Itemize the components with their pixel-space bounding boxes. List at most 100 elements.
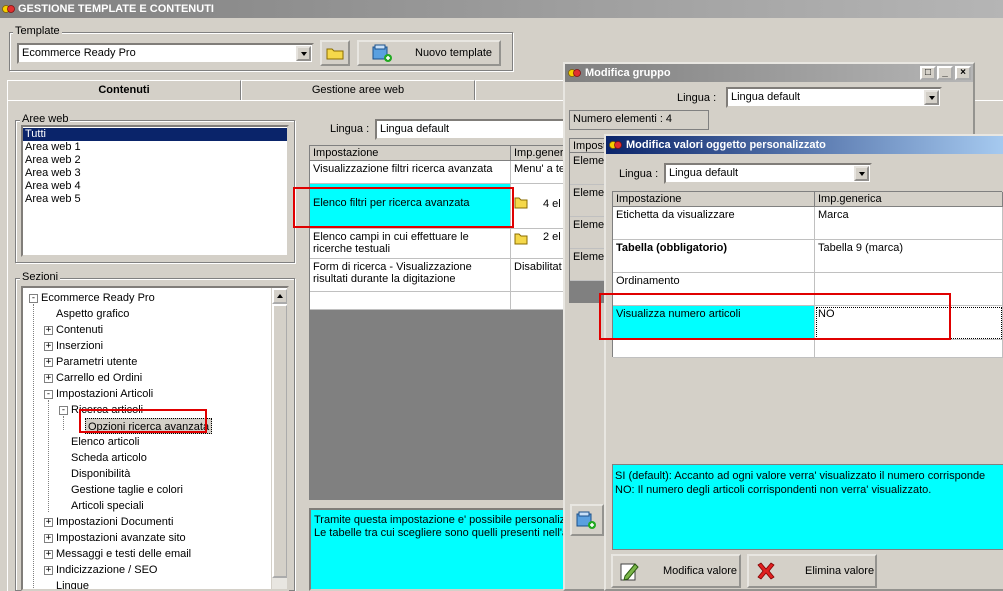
grid-cell[interactable]: Tabella (obbligatorio) <box>613 240 815 273</box>
add-icon <box>576 511 596 529</box>
expand-icon[interactable]: + <box>44 358 53 367</box>
tab-extra[interactable] <box>475 80 565 100</box>
description-line: SI (default): Accanto ad ogni valore ver… <box>615 470 986 482</box>
new-template-label: Nuovo template <box>415 47 493 59</box>
tab-gestione-aree-web[interactable]: Gestione aree web <box>241 80 475 100</box>
grid-cell[interactable]: Visualizzazione filtri ricerca avanzata <box>310 161 511 184</box>
list-item[interactable]: Area web 1 <box>23 141 287 154</box>
tree-item[interactable]: Ecommerce Ready Pro <box>41 290 155 306</box>
tree-item[interactable]: Inserzioni <box>56 338 103 354</box>
modifica-valori-title: Modifica valori oggetto personalizzato <box>626 139 826 151</box>
tree-item[interactable]: Contenuti <box>56 322 103 338</box>
sezioni-tree[interactable]: - Ecommerce Ready Pro Aspetto grafico + … <box>21 286 289 591</box>
tab-gestione-label: Gestione aree web <box>311 84 405 96</box>
collapse-icon[interactable]: - <box>44 390 53 399</box>
tree-item[interactable]: Impostazioni Documenti <box>56 514 173 530</box>
grid-cell-empty[interactable] <box>310 292 511 310</box>
grid-cell-empty[interactable] <box>613 340 815 358</box>
expand-icon[interactable]: + <box>44 566 53 575</box>
gruppo-lingua-select[interactable]: Lingua default <box>726 87 942 108</box>
minimize-icon[interactable]: _ <box>937 66 953 80</box>
tree-item[interactable]: Parametri utente <box>56 354 137 370</box>
sezioni-scrollbar[interactable] <box>271 288 287 589</box>
tree-item[interactable]: Impostazioni avanzate sito <box>56 530 186 546</box>
grid-cell[interactable]: Marca <box>815 207 1003 240</box>
tree-item[interactable]: Gestione taglie e colori <box>71 482 183 498</box>
gruppo-lingua-label: Lingua : <box>677 92 717 104</box>
maximize-icon[interactable]: □ <box>920 66 936 80</box>
tree-item[interactable]: Messaggi e testi delle email <box>56 546 191 562</box>
modifica-valori-window: Modifica valori oggetto personalizzato L… <box>604 134 1003 591</box>
list-item[interactable]: Area web 5 <box>23 193 287 206</box>
gruppo-count: Numero elementi : 4 <box>569 110 709 130</box>
description-line: NO: Il numero degli articoli corrisponde… <box>615 484 932 496</box>
grid-header: Impostazione <box>613 192 815 207</box>
folder-icon <box>514 233 528 245</box>
grid-cell[interactable]: Elenco campi in cui effettuare le ricerc… <box>310 229 511 259</box>
add-element-button[interactable] <box>570 504 604 536</box>
grid-header: Imp.generica <box>815 192 1003 207</box>
grid-cell-empty[interactable] <box>815 340 1003 358</box>
collapse-icon[interactable]: - <box>59 406 68 415</box>
scroll-thumb[interactable] <box>272 304 287 578</box>
valori-description: SI (default): Accanto ad ogni valore ver… <box>612 464 1003 550</box>
main-lingua-row: Lingua : Lingua default <box>307 116 575 146</box>
elimina-valore-button[interactable]: Elimina valore <box>747 554 877 588</box>
grid-cell[interactable]: Tabella 9 (marca) <box>815 240 1003 273</box>
expand-icon[interactable]: + <box>44 518 53 527</box>
modifica-gruppo-titlebar[interactable]: Modifica gruppo _ □ × <box>565 64 973 82</box>
aree-web-list[interactable]: Tutti Area web 1 Area web 2 Area web 3 A… <box>21 125 289 257</box>
tree-item[interactable]: Disponibilità <box>71 466 130 482</box>
grid-cell-value: 4 el <box>543 198 561 210</box>
expand-icon[interactable]: + <box>44 534 53 543</box>
gruppo-lingua-value: Lingua default <box>731 91 801 103</box>
modifica-valore-button[interactable]: Modifica valore <box>611 554 741 588</box>
app-icon <box>2 5 15 13</box>
tree-item[interactable]: Carrello ed Ordini <box>56 370 142 386</box>
list-item[interactable]: Area web 3 <box>23 167 287 180</box>
modifica-valori-titlebar[interactable]: Modifica valori oggetto personalizzato <box>606 136 1003 154</box>
list-item[interactable]: Area web 2 <box>23 154 287 167</box>
tab-contenuti-label: Contenuti <box>98 84 150 96</box>
tree-item[interactable]: Indicizzazione / SEO <box>56 562 158 578</box>
sezioni-label: Sezioni <box>20 271 61 283</box>
tree-item[interactable]: Lingue <box>56 578 89 589</box>
chevron-down-icon[interactable] <box>854 166 869 181</box>
open-folder-button[interactable] <box>320 40 350 66</box>
template-select[interactable]: Ecommerce Ready Pro <box>17 43 314 64</box>
grid-cell[interactable]: Etichetta da visualizzare <box>613 207 815 240</box>
annotation-box <box>293 187 514 228</box>
list-item[interactable]: Tutti <box>23 128 287 141</box>
app-icon <box>609 141 622 149</box>
tree-item[interactable]: Articoli speciali <box>71 498 144 514</box>
gruppo-grid[interactable]: Impost Eleme Eleme Eleme Eleme <box>569 138 610 303</box>
annotation-box <box>79 409 207 433</box>
main-lingua-select[interactable]: Lingua default <box>375 119 575 140</box>
tree-line <box>63 416 64 430</box>
tab-contenuti[interactable]: Contenuti <box>7 80 241 101</box>
scroll-up-icon[interactable] <box>272 288 287 304</box>
new-template-button[interactable]: Nuovo template <box>357 40 501 66</box>
tree-item[interactable]: Elenco articoli <box>71 434 139 450</box>
expand-icon[interactable]: + <box>44 342 53 351</box>
template-select-value: Ecommerce Ready Pro <box>22 47 136 59</box>
tree-line <box>33 304 34 589</box>
folder-icon <box>326 48 344 60</box>
valori-lingua-select[interactable]: Lingua default <box>664 163 872 184</box>
annotation-box <box>599 293 951 340</box>
expand-icon[interactable]: + <box>44 374 53 383</box>
main-lingua-value: Lingua default <box>380 123 450 135</box>
expand-icon[interactable]: + <box>44 326 53 335</box>
grid-cell[interactable]: Form di ricerca - Visualizzazione risult… <box>310 259 511 292</box>
close-icon[interactable]: × <box>955 66 971 80</box>
tree-item[interactable]: Aspetto grafico <box>56 306 129 322</box>
template-group-label: Template <box>13 25 62 37</box>
chevron-down-icon[interactable] <box>296 46 311 61</box>
chevron-down-icon[interactable] <box>924 90 939 105</box>
list-item[interactable]: Area web 4 <box>23 180 287 193</box>
collapse-icon[interactable]: - <box>29 294 38 303</box>
expand-icon[interactable]: + <box>44 550 53 559</box>
tree-item[interactable]: Scheda articolo <box>71 450 147 466</box>
tree-line <box>48 400 49 512</box>
tree-item[interactable]: Impostazioni Articoli <box>56 386 153 402</box>
